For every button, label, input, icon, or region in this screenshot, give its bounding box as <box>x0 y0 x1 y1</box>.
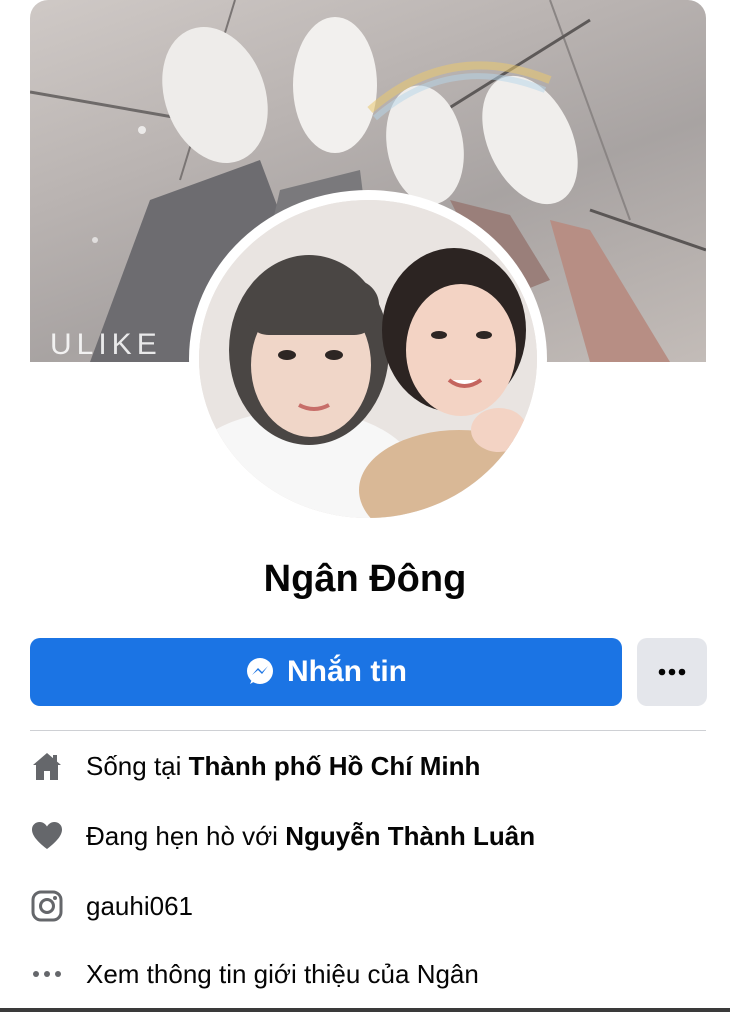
intro-relationship: Đang hẹn hò với Nguyễn Thành Luân <box>30 816 706 856</box>
instagram-icon <box>30 889 64 923</box>
avatar-image <box>199 200 537 518</box>
bottom-border <box>0 1008 730 1012</box>
home-icon <box>30 749 64 783</box>
lives-in-place[interactable]: Thành phố Hồ Chí Minh <box>189 751 481 781</box>
lives-in-text: Sống tại Thành phố Hồ Chí Minh <box>86 750 481 781</box>
relationship-text: Đang hẹn hò với Nguyễn Thành Luân <box>86 820 536 851</box>
avatar[interactable] <box>199 200 537 518</box>
intro-see-about[interactable]: Xem thông tin giới thiệu của Ngân <box>30 954 706 994</box>
intro-lives-in: Sống tại Thành phố Hồ Chí Minh <box>30 746 706 786</box>
messenger-icon <box>245 657 275 687</box>
see-about-link: Xem thông tin giới thiệu của Ngân <box>86 958 479 989</box>
heart-icon <box>30 819 64 853</box>
instagram-handle: gauhi061 <box>86 890 193 921</box>
cover-watermark: ULIKE <box>50 328 162 361</box>
relationship-partner[interactable]: Nguyễn Thành Luân <box>285 821 535 851</box>
message-button-label: Nhắn tin <box>287 655 407 688</box>
intro-instagram[interactable]: gauhi061 <box>30 886 706 926</box>
profile-name: Ngân Đông <box>263 558 467 600</box>
ellipsis-icon <box>30 957 64 991</box>
message-button[interactable]: Nhắn tin <box>30 638 622 706</box>
more-options-button[interactable] <box>637 638 707 706</box>
section-divider <box>30 730 706 731</box>
ellipsis-icon <box>658 668 686 676</box>
